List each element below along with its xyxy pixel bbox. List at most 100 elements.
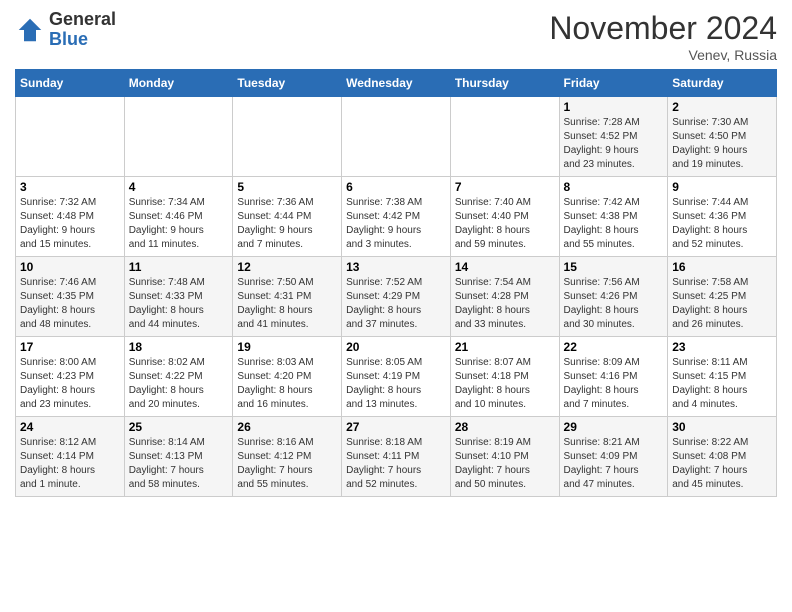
title-block: November 2024 Venev, Russia: [549, 10, 777, 63]
day-info: Sunrise: 7:48 AM Sunset: 4:33 PM Dayligh…: [129, 276, 229, 332]
day-info: Sunrise: 8:03 AM Sunset: 4:20 PM Dayligh…: [237, 356, 337, 412]
col-header-friday: Friday: [559, 70, 668, 97]
page-header: General Blue November 2024 Venev, Russia: [15, 10, 777, 63]
calendar-table: SundayMondayTuesdayWednesdayThursdayFrid…: [15, 69, 777, 497]
calendar-cell: 10 Sunrise: 7:46 AM Sunset: 4:35 PM Dayli…: [16, 257, 125, 337]
calendar-cell: 13Sunrise: 7:52 AM Sunset: 4:29 PM Dayli…: [342, 257, 451, 337]
calendar-cell: 23 Sunrise: 8:11 AM Sunset: 4:15 PM Dayli…: [668, 337, 777, 417]
calendar-cell: 14 Sunrise: 7:54 AM Sunset: 4:28 PM Dayli…: [450, 257, 559, 337]
day-number: 26: [237, 420, 337, 434]
logo: General Blue: [15, 10, 116, 50]
calendar-cell: [342, 97, 451, 177]
day-number: 28: [455, 420, 555, 434]
day-info: Sunrise: 7:30 AM Sunset: 4:50 PM Dayligh…: [672, 116, 772, 172]
day-number: 11: [129, 260, 229, 274]
day-number: 17: [20, 340, 120, 354]
day-info: Sunrise: 7:50 AM Sunset: 4:31 PM Dayligh…: [237, 276, 337, 332]
day-number: 9: [672, 180, 772, 194]
day-number: 27: [346, 420, 446, 434]
day-info: Sunrise: 7:40 AM Sunset: 4:40 PM Dayligh…: [455, 196, 555, 252]
calendar-cell: 12 Sunrise: 7:50 AM Sunset: 4:31 PM Dayli…: [233, 257, 342, 337]
day-number: 24: [20, 420, 120, 434]
day-info: Sunrise: 8:21 AM Sunset: 4:09 PM Dayligh…: [564, 436, 664, 492]
calendar-cell: 19 Sunrise: 8:03 AM Sunset: 4:20 PM Dayli…: [233, 337, 342, 417]
col-header-tuesday: Tuesday: [233, 70, 342, 97]
col-header-wednesday: Wednesday: [342, 70, 451, 97]
calendar-cell: 22Sunrise: 8:09 AM Sunset: 4:16 PM Dayli…: [559, 337, 668, 417]
calendar-cell: 27 Sunrise: 8:18 AM Sunset: 4:11 PM Dayli…: [342, 417, 451, 497]
location: Venev, Russia: [549, 47, 777, 63]
day-number: 4: [129, 180, 229, 194]
calendar-cell: 17 Sunrise: 8:00 AM Sunset: 4:23 PM Dayli…: [16, 337, 125, 417]
day-info: Sunrise: 7:32 AM Sunset: 4:48 PM Dayligh…: [20, 196, 120, 252]
calendar-cell: 4 Sunrise: 7:34 AM Sunset: 4:46 PM Daylig…: [124, 177, 233, 257]
calendar-cell: 3 Sunrise: 7:32 AM Sunset: 4:48 PM Daylig…: [16, 177, 125, 257]
col-header-monday: Monday: [124, 70, 233, 97]
day-number: 10: [20, 260, 120, 274]
day-info: Sunrise: 7:54 AM Sunset: 4:28 PM Dayligh…: [455, 276, 555, 332]
day-info: Sunrise: 7:34 AM Sunset: 4:46 PM Dayligh…: [129, 196, 229, 252]
month-title: November 2024: [549, 10, 777, 47]
calendar-cell: 24 Sunrise: 8:12 AM Sunset: 4:14 PM Dayli…: [16, 417, 125, 497]
day-info: Sunrise: 7:46 AM Sunset: 4:35 PM Dayligh…: [20, 276, 120, 332]
day-number: 15: [564, 260, 664, 274]
day-info: Sunrise: 8:19 AM Sunset: 4:10 PM Dayligh…: [455, 436, 555, 492]
day-number: 14: [455, 260, 555, 274]
calendar-cell: 29 Sunrise: 8:21 AM Sunset: 4:09 PM Dayli…: [559, 417, 668, 497]
calendar-cell: 11 Sunrise: 7:48 AM Sunset: 4:33 PM Dayli…: [124, 257, 233, 337]
calendar-cell: [233, 97, 342, 177]
day-info: Sunrise: 7:42 AM Sunset: 4:38 PM Dayligh…: [564, 196, 664, 252]
calendar-week-4: 17 Sunrise: 8:00 AM Sunset: 4:23 PM Dayli…: [16, 337, 777, 417]
day-info: Sunrise: 8:16 AM Sunset: 4:12 PM Dayligh…: [237, 436, 337, 492]
day-info: Sunrise: 8:22 AM Sunset: 4:08 PM Dayligh…: [672, 436, 772, 492]
calendar-header-row: SundayMondayTuesdayWednesdayThursdayFrid…: [16, 70, 777, 97]
calendar-cell: 9Sunrise: 7:44 AM Sunset: 4:36 PM Daylig…: [668, 177, 777, 257]
day-info: Sunrise: 7:38 AM Sunset: 4:42 PM Dayligh…: [346, 196, 446, 252]
col-header-saturday: Saturday: [668, 70, 777, 97]
calendar-cell: 1 Sunrise: 7:28 AM Sunset: 4:52 PM Daylig…: [559, 97, 668, 177]
calendar-cell: 15 Sunrise: 7:56 AM Sunset: 4:26 PM Dayli…: [559, 257, 668, 337]
day-info: Sunrise: 8:02 AM Sunset: 4:22 PM Dayligh…: [129, 356, 229, 412]
day-info: Sunrise: 8:05 AM Sunset: 4:19 PM Dayligh…: [346, 356, 446, 412]
col-header-sunday: Sunday: [16, 70, 125, 97]
calendar-cell: 5Sunrise: 7:36 AM Sunset: 4:44 PM Daylig…: [233, 177, 342, 257]
day-number: 30: [672, 420, 772, 434]
day-info: Sunrise: 8:14 AM Sunset: 4:13 PM Dayligh…: [129, 436, 229, 492]
day-number: 1: [564, 100, 664, 114]
day-number: 19: [237, 340, 337, 354]
calendar-cell: 28 Sunrise: 8:19 AM Sunset: 4:10 PM Dayli…: [450, 417, 559, 497]
day-info: Sunrise: 7:28 AM Sunset: 4:52 PM Dayligh…: [564, 116, 664, 172]
day-number: 18: [129, 340, 229, 354]
day-info: Sunrise: 8:11 AM Sunset: 4:15 PM Dayligh…: [672, 356, 772, 412]
day-number: 3: [20, 180, 120, 194]
day-number: 21: [455, 340, 555, 354]
calendar-week-2: 3 Sunrise: 7:32 AM Sunset: 4:48 PM Daylig…: [16, 177, 777, 257]
calendar-cell: 25 Sunrise: 8:14 AM Sunset: 4:13 PM Dayli…: [124, 417, 233, 497]
day-info: Sunrise: 8:18 AM Sunset: 4:11 PM Dayligh…: [346, 436, 446, 492]
calendar-week-3: 10 Sunrise: 7:46 AM Sunset: 4:35 PM Dayli…: [16, 257, 777, 337]
calendar-cell: 16Sunrise: 7:58 AM Sunset: 4:25 PM Dayli…: [668, 257, 777, 337]
day-info: Sunrise: 7:56 AM Sunset: 4:26 PM Dayligh…: [564, 276, 664, 332]
calendar-cell: [450, 97, 559, 177]
day-number: 29: [564, 420, 664, 434]
calendar-cell: 8Sunrise: 7:42 AM Sunset: 4:38 PM Daylig…: [559, 177, 668, 257]
calendar-cell: 21 Sunrise: 8:07 AM Sunset: 4:18 PM Dayli…: [450, 337, 559, 417]
day-info: Sunrise: 8:00 AM Sunset: 4:23 PM Dayligh…: [20, 356, 120, 412]
day-info: Sunrise: 7:36 AM Sunset: 4:44 PM Dayligh…: [237, 196, 337, 252]
calendar-cell: 6 Sunrise: 7:38 AM Sunset: 4:42 PM Daylig…: [342, 177, 451, 257]
day-number: 20: [346, 340, 446, 354]
day-number: 23: [672, 340, 772, 354]
calendar-cell: 30 Sunrise: 8:22 AM Sunset: 4:08 PM Dayli…: [668, 417, 777, 497]
day-info: Sunrise: 8:12 AM Sunset: 4:14 PM Dayligh…: [20, 436, 120, 492]
day-info: Sunrise: 7:58 AM Sunset: 4:25 PM Dayligh…: [672, 276, 772, 332]
calendar-week-1: 1 Sunrise: 7:28 AM Sunset: 4:52 PM Daylig…: [16, 97, 777, 177]
day-number: 2: [672, 100, 772, 114]
day-number: 22: [564, 340, 664, 354]
logo-blue-text: Blue: [49, 29, 88, 49]
day-number: 12: [237, 260, 337, 274]
day-number: 25: [129, 420, 229, 434]
logo-icon: [15, 15, 45, 45]
day-number: 13: [346, 260, 446, 274]
day-info: Sunrise: 8:07 AM Sunset: 4:18 PM Dayligh…: [455, 356, 555, 412]
day-number: 6: [346, 180, 446, 194]
